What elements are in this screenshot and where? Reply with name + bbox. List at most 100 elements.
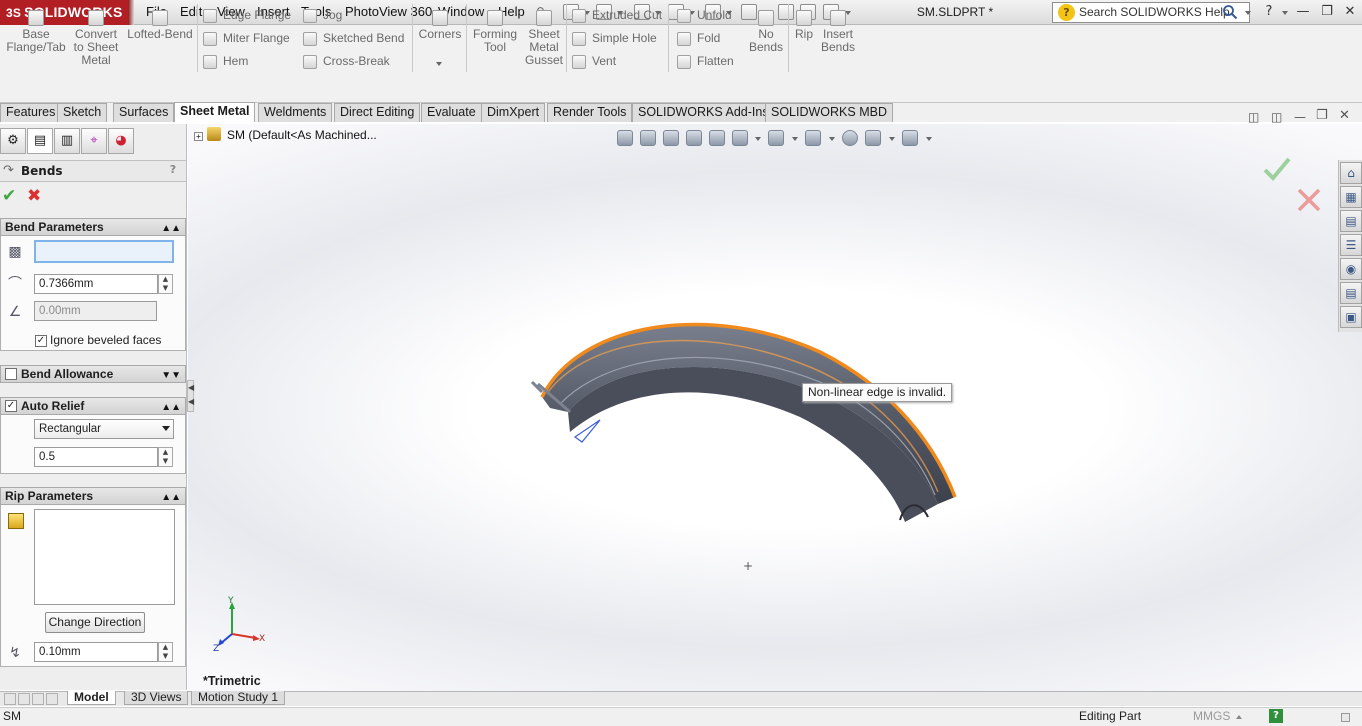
dimxpert-manager-tab-icon[interactable]: ⌖: [81, 128, 107, 154]
view-settings-icon[interactable]: [902, 130, 918, 146]
cancel-x-icon[interactable]: [1296, 187, 1322, 213]
chevron-up-icon[interactable]: [1236, 715, 1242, 719]
design-library-icon[interactable]: ▤: [1340, 210, 1362, 232]
rip-gap-spinner[interactable]: ▲ ▼: [158, 642, 173, 662]
sheet-metal-part-model[interactable]: [520, 312, 970, 537]
feature-manager-tab-icon[interactable]: ⚙: [0, 128, 26, 154]
tab-motion-study[interactable]: Motion Study 1: [191, 691, 286, 705]
last-tab-icon[interactable]: [46, 693, 58, 705]
feature-tree-flyout[interactable]: + SM (Default<As Machined...: [194, 127, 377, 143]
tab-model[interactable]: Model: [67, 691, 116, 705]
miter-flange-button[interactable]: Miter Flange: [203, 29, 290, 47]
rip-edges-list[interactable]: [34, 509, 175, 605]
no-bends-button[interactable]: No Bends: [746, 10, 786, 54]
fixed-face-selection-box[interactable]: [34, 240, 174, 263]
relief-ratio-spinner[interactable]: ▲ ▼: [158, 447, 173, 467]
confirm-check-icon[interactable]: [1262, 156, 1292, 182]
home-icon[interactable]: ⌂: [1340, 162, 1362, 184]
section-view-icon[interactable]: [686, 130, 702, 146]
fold-button[interactable]: Fold: [677, 29, 720, 47]
auto-relief-checkbox[interactable]: ✓: [5, 400, 17, 412]
view-orientation-icon[interactable]: [732, 130, 748, 146]
display-style-icon[interactable]: [768, 130, 784, 146]
insert-bends-button[interactable]: Insert Bends: [818, 10, 858, 54]
chevron-down-icon[interactable]: [1245, 11, 1251, 15]
rip-button[interactable]: Rip: [790, 10, 818, 41]
close-icon[interactable]: ✕: [1339, 3, 1361, 21]
chevron-down-icon[interactable]: [926, 137, 932, 141]
expand-icon[interactable]: +: [194, 132, 203, 141]
chevron-down-icon[interactable]: [755, 137, 761, 141]
minimize-doc-icon[interactable]: —: [1294, 110, 1306, 124]
relief-ratio-input[interactable]: 0.5: [34, 447, 158, 467]
cross-break-button[interactable]: Cross-Break: [303, 52, 390, 70]
close-doc-icon[interactable]: ✕: [1339, 108, 1350, 123]
chevron-down-icon[interactable]: [1282, 11, 1288, 15]
first-tab-icon[interactable]: [4, 693, 16, 705]
zoom-to-area-icon[interactable]: [640, 130, 656, 146]
chevron-down-icon[interactable]: [436, 62, 442, 66]
minimize-icon[interactable]: —: [1292, 3, 1314, 21]
status-help-icon[interactable]: ?: [1269, 709, 1283, 723]
tab-direct-editing[interactable]: Direct Editing: [334, 103, 421, 122]
ok-button[interactable]: ✔: [2, 186, 16, 206]
bend-radius-input[interactable]: 0.7366mm: [34, 274, 158, 294]
tab-weldments[interactable]: Weldments: [258, 103, 333, 122]
base-flange-button[interactable]: Base Flange/Tab: [6, 10, 66, 54]
resize-grip-icon[interactable]: [1341, 713, 1350, 722]
tab-render-tools[interactable]: Render Tools: [547, 103, 633, 122]
restore-icon[interactable]: ❐: [1316, 3, 1338, 21]
auto-relief-header[interactable]: Auto Relief ▲▲: [0, 397, 186, 415]
flatten-button[interactable]: Flatten: [677, 52, 734, 70]
appearances-icon[interactable]: ◉: [1340, 258, 1362, 280]
edit-appearance-icon[interactable]: [842, 130, 858, 146]
previous-view-icon[interactable]: [663, 130, 679, 146]
search-icon[interactable]: [1222, 4, 1238, 20]
hem-button[interactable]: Hem: [203, 52, 248, 70]
expand-icon[interactable]: ▼▼: [161, 368, 181, 384]
next-tab-icon[interactable]: [32, 693, 44, 705]
tab-dimxpert[interactable]: DimXpert: [481, 103, 546, 122]
tab-sketch[interactable]: Sketch: [57, 103, 108, 122]
collapse-icon[interactable]: ▲▲: [161, 221, 181, 237]
rip-parameters-header[interactable]: Rip Parameters ▲▲: [0, 487, 186, 505]
chevron-down-icon[interactable]: [829, 137, 835, 141]
help-button[interactable]: ?: [166, 163, 180, 177]
collapse-icon[interactable]: ▲▲: [161, 400, 181, 416]
simple-hole-button[interactable]: Simple Hole: [572, 29, 657, 47]
chevron-down-icon[interactable]: [792, 137, 798, 141]
corners-button[interactable]: Corners: [416, 10, 464, 41]
split-window-icon[interactable]: ◫: [1271, 110, 1282, 124]
cancel-button[interactable]: ✖: [27, 186, 41, 206]
tile-window-icon[interactable]: ◫: [1248, 110, 1259, 124]
bend-radius-spinner[interactable]: ▲ ▼: [158, 274, 173, 294]
convert-to-sheet-metal-button[interactable]: Convert to Sheet Metal: [70, 10, 122, 67]
edge-flange-button[interactable]: Edge Flange: [203, 6, 291, 24]
tab-surfaces[interactable]: Surfaces: [113, 103, 175, 122]
units-selector[interactable]: MMGS: [1193, 709, 1230, 723]
tab-3d-views[interactable]: 3D Views: [124, 691, 189, 705]
change-direction-button[interactable]: Change Direction: [45, 612, 145, 633]
tab-features[interactable]: Features: [0, 103, 62, 122]
sketched-bend-button[interactable]: Sketched Bend: [303, 29, 404, 47]
jog-button[interactable]: Jog: [303, 6, 342, 24]
tab-mbd[interactable]: SOLIDWORKS MBD: [765, 103, 893, 122]
ignore-beveled-checkbox[interactable]: ✓: [35, 335, 47, 347]
file-explorer-icon[interactable]: ☰: [1340, 234, 1362, 256]
dynamic-annotation-icon[interactable]: [709, 130, 725, 146]
hide-show-items-icon[interactable]: [805, 130, 821, 146]
prev-tab-icon[interactable]: [18, 693, 30, 705]
custom-properties-icon[interactable]: ▤: [1340, 282, 1362, 304]
forum-icon[interactable]: ▣: [1340, 306, 1362, 328]
relief-type-select[interactable]: Rectangular: [34, 419, 174, 439]
sheet-metal-gusset-button[interactable]: Sheet Metal Gusset: [522, 10, 566, 67]
resources-icon[interactable]: ▦: [1340, 186, 1362, 208]
help-icon[interactable]: ?: [1258, 3, 1280, 21]
chevron-down-icon[interactable]: [889, 137, 895, 141]
configuration-manager-tab-icon[interactable]: ▥: [54, 128, 80, 154]
unfold-button[interactable]: Unfold: [677, 6, 732, 24]
lofted-bend-button[interactable]: Lofted-Bend: [126, 10, 194, 41]
tab-addins[interactable]: SOLIDWORKS Add-Ins: [632, 103, 775, 122]
chevron-down-icon[interactable]: [162, 426, 170, 431]
display-manager-tab-icon[interactable]: ◕: [108, 128, 134, 154]
